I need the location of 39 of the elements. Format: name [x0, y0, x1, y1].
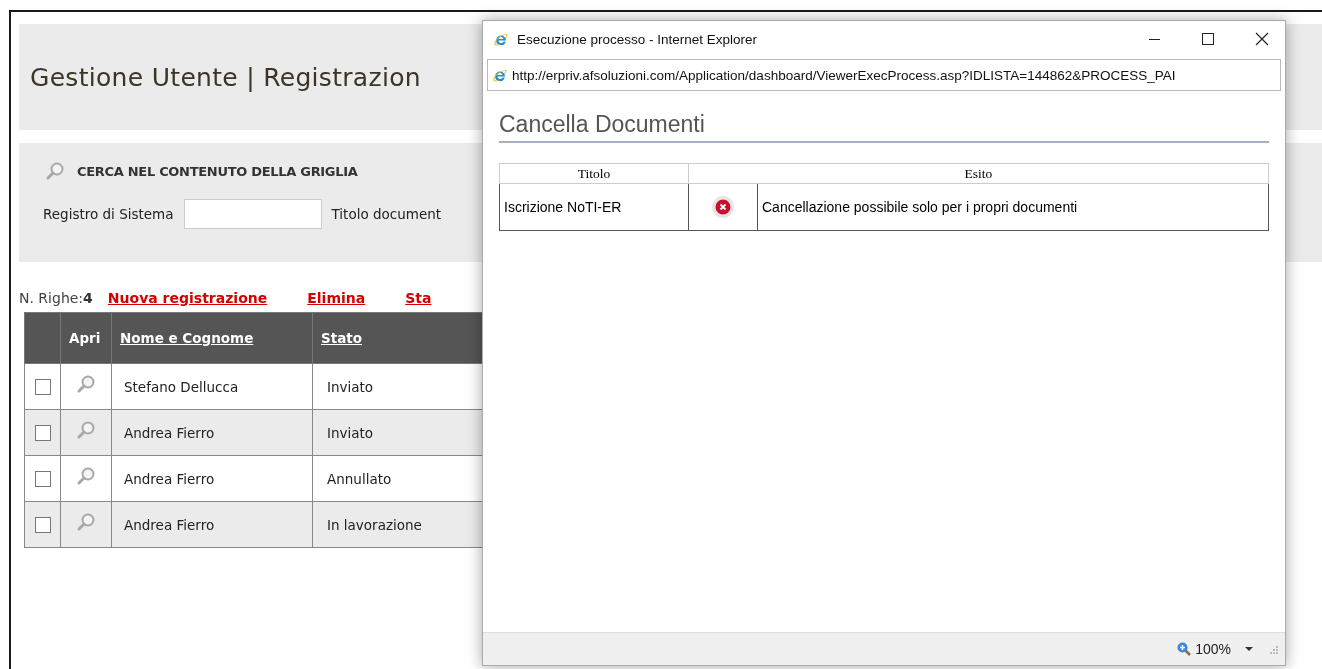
- open-icon[interactable]: [76, 373, 96, 394]
- column-header: Apri: [60, 312, 112, 364]
- open-icon[interactable]: [76, 465, 96, 486]
- row-count-label: N. Righe:: [19, 290, 84, 306]
- row-checkbox[interactable]: [34, 470, 51, 487]
- browser-icon: [492, 67, 508, 83]
- table-cell: Stefano Dellucca: [111, 363, 313, 410]
- action-link[interactable]: Sta: [405, 290, 432, 306]
- table-cell: Andrea Fierro: [111, 501, 313, 548]
- zoom-icon: [1176, 641, 1193, 657]
- table-cell: Cancellazione possibile solo per i propri documenti: [757, 183, 1269, 231]
- error-icon: [711, 195, 735, 219]
- table-cell: Iscrizione NoTI-ER: [499, 183, 689, 231]
- row-checkbox[interactable]: [34, 378, 51, 395]
- row-count: 4: [83, 290, 93, 306]
- header-cell: [24, 312, 61, 364]
- input-field[interactable]: [183, 199, 322, 229]
- resize-grip-icon[interactable]: [1267, 643, 1279, 655]
- action-link[interactable]: Elimina: [307, 290, 366, 306]
- open-icon[interactable]: [76, 511, 96, 532]
- open-icon[interactable]: [76, 419, 96, 440]
- row-checkbox[interactable]: [34, 516, 51, 533]
- action-link[interactable]: Nuova registrazione: [107, 290, 268, 306]
- window-title: Esecuzione processo - Internet Explorer: [517, 31, 759, 47]
- field-label: Titolo document: [331, 206, 442, 222]
- column-header[interactable]: Nome e Cognome: [111, 312, 313, 364]
- page-title: Gestione Utente | Registrazion: [30, 62, 421, 92]
- search-icon[interactable]: [45, 161, 65, 181]
- row-checkbox[interactable]: [34, 424, 51, 441]
- table-cell: Andrea Fierro: [111, 409, 313, 456]
- column-header: Titolo: [499, 163, 689, 184]
- address-bar[interactable]: http://erpriv.afsoluzioni.com/Application/dashboard/ViewerExecProcess.asp?IDLISTA=144862&PROCESS_PAI: [487, 59, 1281, 91]
- zoom-control[interactable]: 100%: [1176, 641, 1231, 657]
- column-header: Esito: [688, 163, 1269, 184]
- dialog-heading: Cancella Documenti: [499, 111, 1269, 143]
- search-heading: CERCA NEL CONTENUTO DELLA GRIGLIA: [77, 163, 358, 179]
- browser-icon: [493, 31, 509, 47]
- field-label: Registro di Sistema: [43, 206, 174, 222]
- table-cell: Andrea Fierro: [111, 455, 313, 502]
